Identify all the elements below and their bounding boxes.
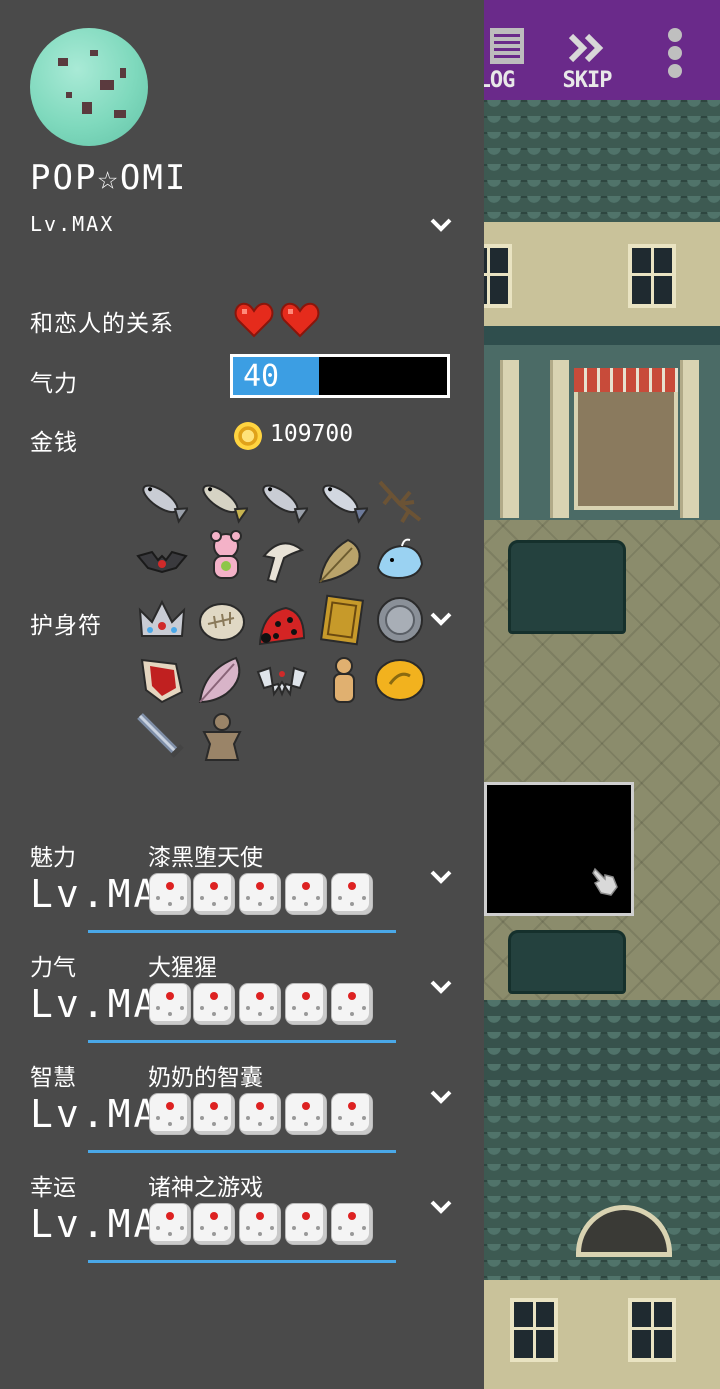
- log-icon: [490, 28, 524, 64]
- game-scene[interactable]: LOG SKIP: [484, 0, 720, 1389]
- stat-divider: [88, 1040, 396, 1043]
- shop-awning: [574, 368, 678, 392]
- die-icon: [240, 1094, 280, 1134]
- log-label: LOG: [484, 68, 515, 93]
- stat-divider: [88, 1150, 396, 1153]
- die-icon: [194, 1204, 234, 1244]
- die-icon: [194, 984, 234, 1024]
- player-level: Lv.MAX: [30, 212, 115, 236]
- log-button[interactable]: LOG: [484, 24, 526, 94]
- leaf-icon[interactable]: [314, 534, 366, 586]
- roof: [484, 100, 720, 222]
- die-icon: [150, 984, 190, 1024]
- die-icon: [332, 1094, 372, 1134]
- crown-icon[interactable]: [136, 594, 188, 646]
- stat-name: 力气: [30, 955, 76, 981]
- fish-icon[interactable]: [196, 474, 248, 526]
- top-toolbar: LOG SKIP: [484, 0, 720, 100]
- chevron-down-icon[interactable]: [428, 864, 454, 890]
- window: [510, 1298, 558, 1362]
- money-value: 109700: [270, 421, 354, 447]
- coin-icon: [234, 422, 262, 450]
- chevron-down-icon[interactable]: [428, 1194, 454, 1220]
- stat-title: 诸神之游戏: [148, 1175, 263, 1201]
- die-icon: [150, 1094, 190, 1134]
- chevron-down-icon[interactable]: [428, 606, 454, 632]
- heart-icon: [234, 302, 274, 338]
- building-wall: [484, 222, 720, 326]
- heart-icon: [280, 302, 320, 338]
- die-icon: [194, 874, 234, 914]
- stat-divider: [88, 930, 396, 933]
- die-icon: [286, 984, 326, 1024]
- coin-icon[interactable]: [374, 594, 426, 646]
- chevron-down-icon[interactable]: [428, 212, 454, 238]
- roof: [484, 1000, 720, 1100]
- ladybug-icon[interactable]: [256, 598, 308, 650]
- bat-icon[interactable]: [136, 534, 188, 586]
- sword-icon[interactable]: [136, 712, 188, 764]
- window: [628, 1298, 676, 1362]
- stat-divider: [88, 1260, 396, 1263]
- fast-forward-icon: [568, 33, 604, 63]
- die-icon: [286, 1204, 326, 1244]
- bench: [508, 540, 626, 634]
- avatar[interactable]: [30, 28, 148, 146]
- die-icon: [332, 874, 372, 914]
- pillar: [500, 360, 519, 518]
- energy-value: 40: [243, 359, 280, 394]
- stat-name: 魅力: [30, 845, 76, 871]
- die-icon: [194, 1094, 234, 1134]
- energy-bar: 40: [230, 354, 450, 398]
- window: [484, 244, 512, 308]
- dialog-box[interactable]: [484, 782, 634, 916]
- figurine-icon[interactable]: [318, 654, 370, 706]
- skip-button[interactable]: SKIP: [552, 24, 622, 94]
- branch-icon[interactable]: [374, 474, 426, 526]
- fish-icon[interactable]: [316, 474, 368, 526]
- bear-plush-icon[interactable]: [200, 530, 252, 582]
- die-icon: [240, 1204, 280, 1244]
- amber-icon[interactable]: [374, 654, 426, 706]
- die-icon: [332, 1204, 372, 1244]
- pillar: [680, 360, 699, 518]
- pointing-hand-icon: [592, 867, 618, 896]
- stat-title: 奶奶的智囊: [148, 1065, 263, 1091]
- stat-name: 幸运: [30, 1175, 76, 1201]
- shield-icon[interactable]: [136, 654, 188, 706]
- fossil-icon[interactable]: [196, 594, 248, 646]
- book-icon[interactable]: [316, 594, 368, 646]
- building-band: [484, 326, 720, 346]
- stat-title: 漆黑堕天使: [148, 845, 263, 871]
- die-icon: [240, 984, 280, 1024]
- fish-icon[interactable]: [256, 474, 308, 526]
- skip-label: SKIP: [562, 68, 613, 93]
- charms-label: 护身符: [30, 613, 102, 639]
- pillar: [550, 360, 569, 518]
- more-menu-icon[interactable]: [668, 28, 682, 78]
- die-icon: [286, 874, 326, 914]
- money-label: 金钱: [30, 430, 78, 456]
- bench: [508, 930, 626, 994]
- clay-doll-icon[interactable]: [196, 712, 248, 764]
- chevron-down-icon[interactable]: [428, 1084, 454, 1110]
- fish-icon[interactable]: [136, 474, 188, 526]
- die-icon: [150, 1204, 190, 1244]
- whale-icon[interactable]: [374, 534, 426, 586]
- die-icon: [240, 874, 280, 914]
- window: [628, 244, 676, 308]
- relationship-label: 和恋人的关系: [30, 311, 174, 337]
- mushroom-icon[interactable]: [256, 534, 308, 586]
- status-panel: POP☆OMI Lv.MAX 和恋人的关系 气力 40 金钱 109700 护身…: [0, 0, 484, 1389]
- die-icon: [150, 874, 190, 914]
- chevron-down-icon[interactable]: [428, 974, 454, 1000]
- feather-icon[interactable]: [196, 654, 248, 706]
- fang-icon[interactable]: [256, 654, 308, 706]
- energy-label: 气力: [30, 371, 78, 397]
- die-icon: [286, 1094, 326, 1134]
- player-name: POP☆OMI: [30, 158, 188, 198]
- stat-title: 大猩猩: [148, 955, 217, 981]
- stat-name: 智慧: [30, 1065, 76, 1091]
- die-icon: [332, 984, 372, 1024]
